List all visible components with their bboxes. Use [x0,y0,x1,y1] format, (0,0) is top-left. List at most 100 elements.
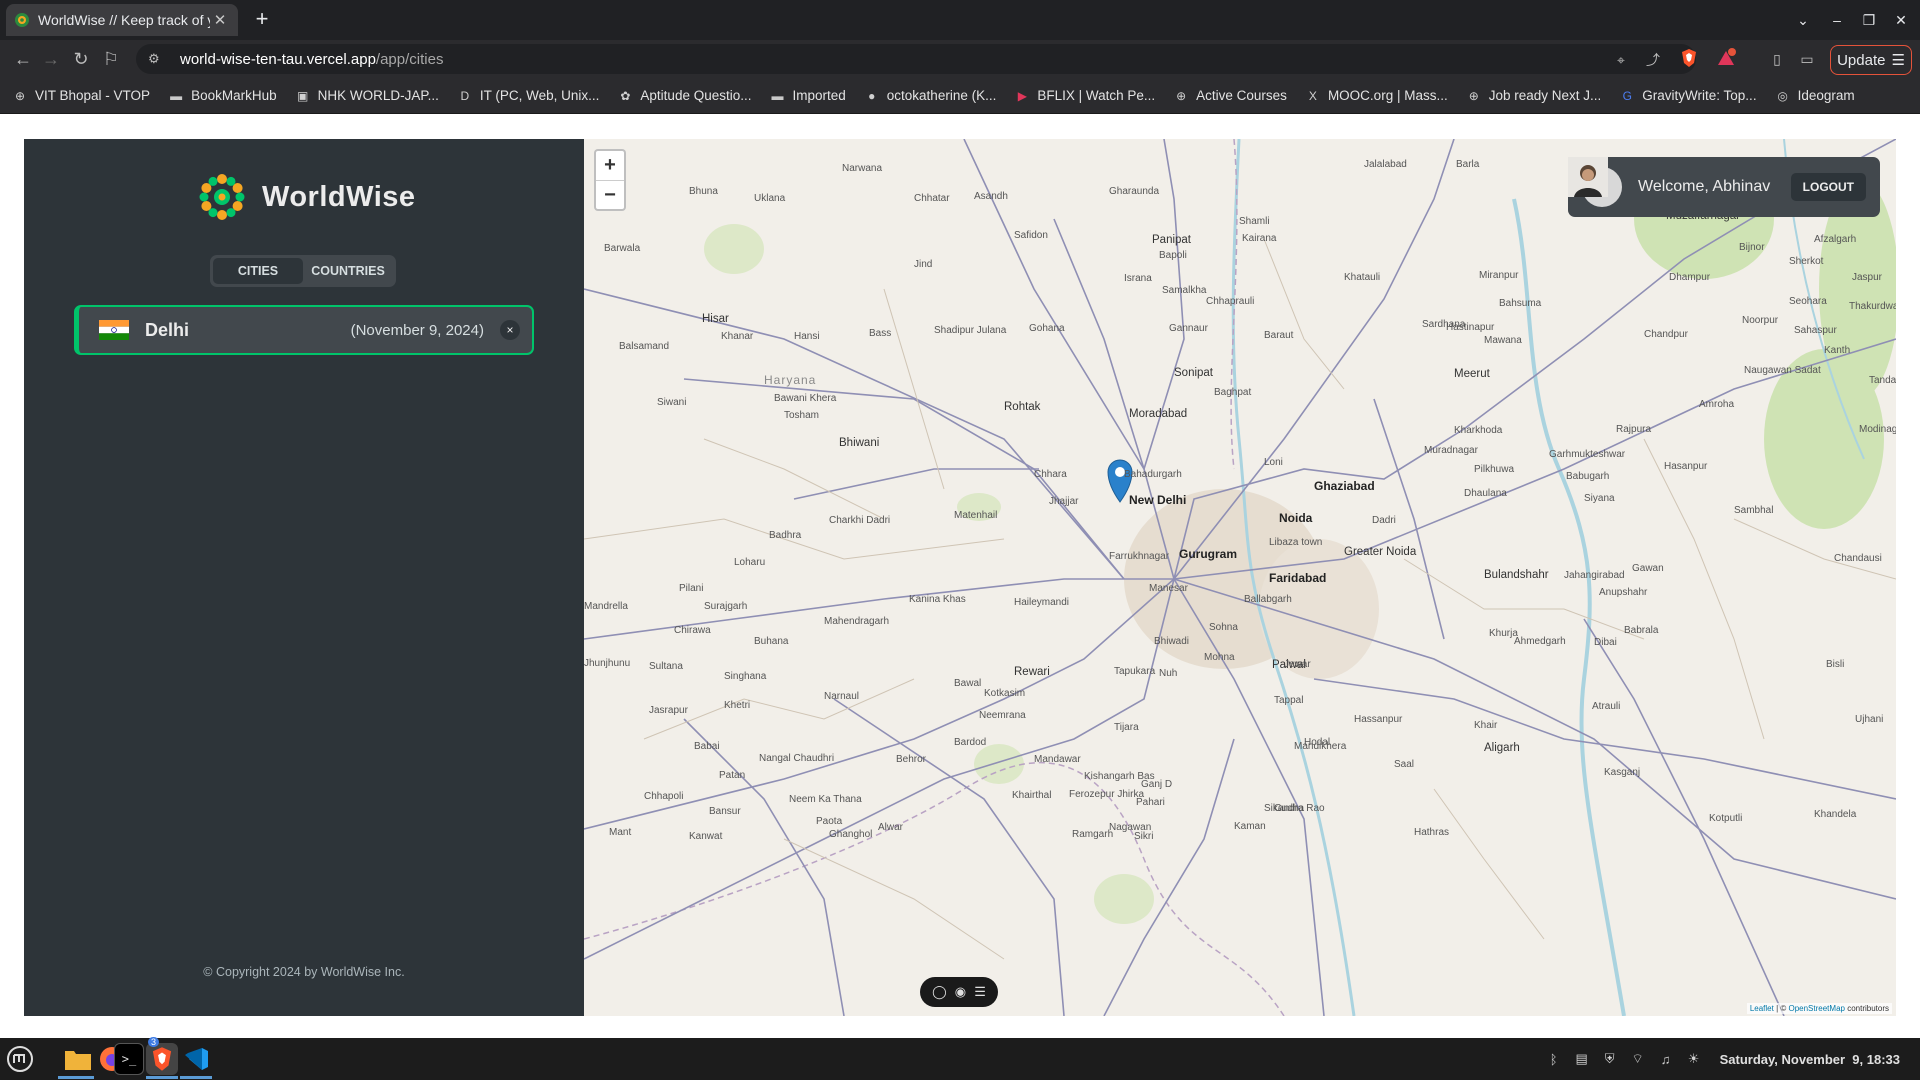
github-icon: ● [868,88,876,103]
welcome-text: Welcome, Abhinav [1638,178,1771,195]
bookmark-item[interactable]: ▬ BookMarkHub [168,88,277,104]
active-indicator [180,1076,212,1079]
eye-icon[interactable]: ◉ [955,984,966,1000]
delete-city-button[interactable]: × [500,320,520,340]
browser-tab[interactable]: WorldWise // Keep track of y ✕ [6,4,238,36]
bookmark-item[interactable]: D IT (PC, Web, Unix... [457,88,600,104]
map-place-label: Haryana [764,373,817,387]
map-place-label: Panipat [1152,234,1192,246]
map-place-label: Jahangirabad [1564,570,1625,581]
files-icon[interactable] [62,1043,94,1075]
bookmark-label: NHK WORLD-JAP... [317,88,439,103]
tab-close-icon[interactable]: ✕ [210,11,230,29]
bookmark-item[interactable]: ◎ Ideogram [1775,88,1854,104]
clock[interactable]: Saturday, November 9, 18:33 [1720,1052,1900,1067]
logo[interactable]: WorldWise [194,169,416,225]
list-icon[interactable]: ☰ [974,984,986,1000]
zoom-in-button[interactable]: + [596,151,624,180]
tab-countries[interactable]: Countries [303,258,393,284]
tab-cities[interactable]: Cities [213,258,303,284]
bookmark-item[interactable]: ⊕ Job ready Next J... [1466,88,1602,104]
vscode-icon[interactable] [180,1043,212,1075]
bookmark-label: VIT Bhopal - VTOP [35,88,151,103]
reload-icon[interactable]: ↻ [68,46,94,72]
restore-icon[interactable]: ❐ [1852,0,1886,40]
map-place-label: Babai [694,741,720,752]
url-text: world-wise-ten-tau.vercel.app/app/cities [180,51,443,68]
map-place-label: Gawan [1632,563,1664,574]
bookmark-item[interactable]: ⊕ VIT Bhopal - VTOP [12,88,150,104]
share-icon[interactable]: ⤴ [1644,51,1662,69]
bookmark-label: IT (PC, Web, Unix... [479,88,600,103]
bookmark-item[interactable]: ▬ Imported [770,88,846,104]
bookmark-item[interactable]: ⊕ Active Courses [1173,88,1287,104]
map-place-label: Pilkhuwa [1474,464,1515,475]
bluetooth-icon[interactable]: ᛒ [1546,1052,1562,1067]
bookmark-item[interactable]: ✿ Aptitude Questio... [617,88,751,104]
wallet-icon[interactable]: ▭ [1798,50,1816,68]
bookmark-item[interactable]: ▶ BFLIX | Watch Pe... [1014,88,1155,104]
clipboard-icon[interactable]: ▤ [1574,1051,1590,1067]
new-tab-button[interactable]: + [248,6,276,34]
map-place-label: Mandawar [1034,754,1081,765]
bflix-icon: ▶ [1017,88,1027,103]
wifi-icon[interactable]: ⌔ [1630,1051,1646,1067]
map-place-label: Modinagar [1859,424,1896,435]
comment-icon[interactable]: ◯ [932,984,947,1000]
map-place-label: Bawal [954,678,982,689]
map-place-label: Sahaspur [1794,325,1837,336]
bookmark-label: Aptitude Questio... [640,88,752,103]
map-place-label: Libaza town [1269,537,1323,548]
map-place-label: Ghanghol [829,829,873,840]
map-place-label: Meerut [1454,368,1490,380]
map-place-label: Chirawa [674,625,711,636]
osm-link[interactable]: OpenStreetMap [1788,1004,1844,1013]
bookmark-item[interactable]: X MOOC.org | Mass... [1305,88,1448,104]
map-place-label: Dhaulana [1464,488,1507,499]
brave-rewards-icon[interactable] [1716,48,1736,68]
folder-icon: ▬ [170,88,183,103]
update-button[interactable]: Update ☰ [1830,45,1912,75]
bookmark-item[interactable]: ● octokatherine (K... [864,88,996,104]
tab-search-icon[interactable]: ⌄ [1786,0,1820,40]
map-place-label: Kotkasim [984,688,1026,699]
map-place-label: Sonipat [1174,367,1214,379]
terminal-icon[interactable]: >_ [114,1043,144,1075]
logout-button[interactable]: Logout [1790,173,1866,201]
map-place-label: Kanina Khas [909,594,966,605]
sidebar-toggle-icon[interactable]: ▯ [1768,50,1786,68]
back-icon[interactable]: ← [10,46,36,72]
nhk-icon: ▣ [296,88,309,103]
minimize-icon[interactable]: – [1820,0,1854,40]
bookmark-item[interactable]: ▣ NHK WORLD-JAP... [295,88,439,104]
brightness-icon[interactable]: ☀ [1686,1051,1702,1067]
map-tiles[interactable] [584,139,1896,1016]
forward-icon[interactable]: → [38,46,64,72]
map-place-label: Hathras [1414,827,1450,838]
close-window-icon[interactable]: ✕ [1884,0,1918,40]
bookmark-item[interactable]: G GravityWrite: Top... [1619,88,1757,104]
brave-icon[interactable]: 3 [146,1037,178,1075]
map[interactable]: Narwana Bhuna Uklana Chhatar Asandh Gharaunda… [584,139,1896,1016]
map-place-label: Badhra [769,530,802,541]
brave-badge: 3 [148,1037,160,1047]
city-item[interactable]: Delhi (November 9, 2024) × [74,305,534,355]
music-icon[interactable]: ♫ [1658,1052,1674,1067]
city-date: (November 9, 2024) [350,321,484,339]
bookmark-icon[interactable]: ⚐ [98,46,124,72]
location-icon[interactable]: ⌖ [1612,51,1630,69]
map-place-label: Ujhani [1855,714,1884,725]
brave-shield-icon[interactable] [1680,48,1698,68]
map-place-label: Bansur [709,806,741,817]
shield-icon[interactable]: ⛨ [1602,1051,1618,1067]
zoom-out-button[interactable]: − [596,180,624,209]
mint-menu-icon[interactable] [4,1043,36,1075]
map-place-label: Chandausi [1834,553,1882,564]
map-place-label: Sikri [1134,831,1154,842]
map-place-label: Bass [869,328,892,339]
map-place-label: Noorpur [1742,315,1779,326]
site-info-icon[interactable]: ⚙ [148,51,168,67]
address-bar[interactable]: ⚙ world-wise-ten-tau.vercel.app/app/citi… [136,44,1696,74]
leaflet-link[interactable]: Leaflet [1750,1004,1774,1013]
map-place-label: Narnaul [824,691,860,702]
